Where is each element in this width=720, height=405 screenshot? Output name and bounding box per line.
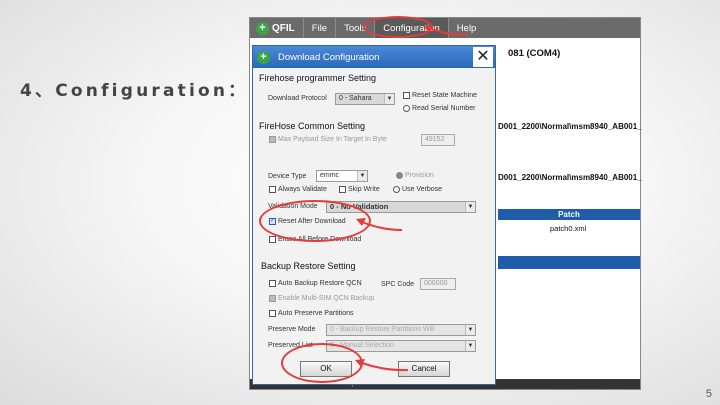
- preserve-mode-label: Preserve Mode: [268, 326, 316, 333]
- skip-write-checkbox[interactable]: Skip Write: [339, 186, 380, 193]
- checkbox-box: [339, 186, 346, 193]
- read-serial-number-radio[interactable]: Read Serial Number: [403, 105, 475, 112]
- dialog-title: Download Configuration: [278, 51, 380, 63]
- app-name: QFIL: [272, 22, 295, 34]
- checkbox-box: [269, 136, 276, 143]
- reset-state-machine-checkbox[interactable]: Reset State Machine: [403, 92, 477, 99]
- radio-dot: [396, 172, 403, 179]
- annotation-arrow-middle: [356, 218, 403, 231]
- preserve-mode-select[interactable]: 0 - Backup Restore Partitions Will ▼: [326, 324, 476, 336]
- spc-code-label: SPC Code: [381, 281, 415, 288]
- device-type-select[interactable]: emmc ▼: [316, 170, 368, 182]
- dialog-app-icon: +: [257, 50, 270, 64]
- max-payload-checkbox[interactable]: Max Payload Size In Target In Byte: [269, 136, 387, 143]
- checkbox-box: [269, 280, 276, 287]
- auto-backup-checkbox[interactable]: Auto Backup Restore QCN: [269, 280, 362, 287]
- chevron-down-icon: ▼: [357, 171, 367, 181]
- annotation-arrow-top: [424, 26, 469, 36]
- rawprogram-path: D001_2200\Normal\msm8940_AB001_: [498, 173, 642, 182]
- device-type-value: emmc: [320, 172, 340, 179]
- radio-dot: [403, 105, 410, 112]
- max-payload-input[interactable]: 49152: [421, 134, 455, 146]
- skip-write-label: Skip Write: [348, 186, 380, 193]
- chevron-down-icon: ▼: [465, 202, 475, 212]
- use-verbose-radio[interactable]: Use Verbose: [393, 186, 442, 193]
- selection-bar: [498, 256, 640, 269]
- always-validate-label: Always Validate: [278, 186, 327, 193]
- checkbox-box: [269, 236, 276, 243]
- auto-preserve-checkbox[interactable]: Auto Preserve Partitions: [269, 310, 353, 317]
- device-type-label: Device Type: [268, 173, 307, 180]
- checkbox-box: [403, 92, 410, 99]
- chevron-down-icon: ▼: [465, 341, 475, 351]
- dialog-titlebar: + Download Configuration ✕: [253, 46, 495, 68]
- chevron-down-icon: ▼: [384, 94, 394, 104]
- always-validate-checkbox[interactable]: Always Validate: [269, 186, 327, 193]
- download-protocol-select[interactable]: 0 - Sahara ▼: [335, 93, 395, 105]
- multi-sim-label: Enable Multi-SIM QCN Backup: [278, 295, 375, 302]
- app-logo: + QFIL: [250, 18, 303, 38]
- provision-radio[interactable]: Provision: [396, 172, 434, 179]
- slide-number: 5: [705, 388, 712, 400]
- checkbox-box: [269, 310, 276, 317]
- provision-label: Provision: [405, 172, 434, 179]
- spc-code-input[interactable]: 000000: [420, 278, 456, 290]
- download-protocol-value: 0 - Sahara: [339, 95, 372, 102]
- programmer-path: D001_2200\Normal\msm8940_AB001_: [498, 122, 642, 131]
- preserve-mode-value: 0 - Backup Restore Partitions Will: [330, 326, 435, 333]
- annotation-arrow-bottom: [355, 359, 409, 372]
- close-icon[interactable]: ✕: [473, 47, 493, 67]
- port-label: 081 (COM4): [508, 48, 561, 59]
- auto-preserve-label: Auto Preserve Partitions: [278, 310, 354, 317]
- chevron-down-icon: ▼: [465, 325, 475, 335]
- slide-heading: 4、Configuration：: [20, 81, 249, 101]
- menu-file[interactable]: File: [302, 18, 335, 38]
- read-serial-number-label: Read Serial Number: [412, 105, 476, 112]
- firehose-section-title: Firehose programmer Setting: [259, 73, 377, 83]
- radio-dot: [393, 186, 400, 193]
- download-protocol-label: Download Protocol: [268, 95, 327, 102]
- auto-backup-label: Auto Backup Restore QCN: [278, 280, 362, 287]
- max-payload-label: Max Payload Size In Target In Byte: [278, 136, 387, 143]
- common-section-title: FireHose Common Setting: [259, 121, 366, 131]
- checkbox-box: [269, 295, 276, 302]
- patch-cell[interactable]: patch0.xml: [550, 224, 586, 233]
- reset-state-machine-label: Reset State Machine: [412, 92, 477, 99]
- backup-section-title: Backup Restore Setting: [261, 261, 356, 271]
- checkbox-box: [269, 186, 276, 193]
- qfil-logo-icon: +: [256, 21, 269, 35]
- use-verbose-label: Use Verbose: [402, 186, 443, 193]
- patch-column-header: Patch: [498, 209, 640, 220]
- multi-sim-checkbox[interactable]: Enable Multi-SIM QCN Backup: [269, 295, 374, 302]
